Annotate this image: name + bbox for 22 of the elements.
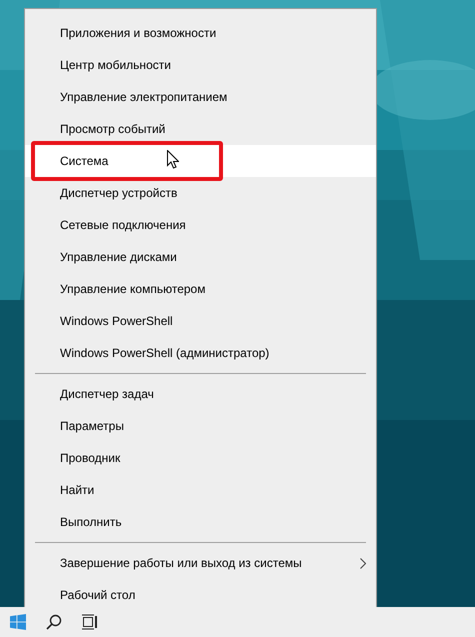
menu-item[interactable]: Управление компьютером — [25, 273, 376, 305]
menu-item[interactable]: Управление дисками — [25, 241, 376, 273]
menu-item[interactable]: Диспетчер устройств — [25, 177, 376, 209]
menu-item[interactable]: Windows PowerShell — [25, 305, 376, 337]
menu-item[interactable]: Сетевые подключения — [25, 209, 376, 241]
menu-item[interactable]: Параметры — [25, 410, 376, 442]
search-icon — [46, 614, 62, 630]
menu-item[interactable]: Выполнить — [25, 506, 376, 538]
task-view-icon — [82, 614, 98, 630]
menu-item[interactable]: Диспетчер задач — [25, 378, 376, 410]
menu-item[interactable]: Рабочий стол — [25, 579, 376, 607]
menu-item[interactable]: Приложения и возможности — [25, 17, 376, 49]
menu-item[interactable]: Найти — [25, 474, 376, 506]
mouse-cursor-icon — [167, 150, 179, 169]
menu-item[interactable]: Управление электропитанием — [25, 81, 376, 113]
menu-item[interactable]: Завершение работы или выход из системы — [25, 547, 376, 579]
menu-item[interactable]: Windows PowerShell (администратор) — [25, 337, 376, 369]
windows-logo-icon — [10, 614, 26, 630]
menu-item[interactable]: Система — [25, 145, 376, 177]
menu-item[interactable]: Проводник — [25, 442, 376, 474]
menu-item[interactable]: Центр мобильности — [25, 49, 376, 81]
menu-item[interactable]: Просмотр событий — [25, 113, 376, 145]
